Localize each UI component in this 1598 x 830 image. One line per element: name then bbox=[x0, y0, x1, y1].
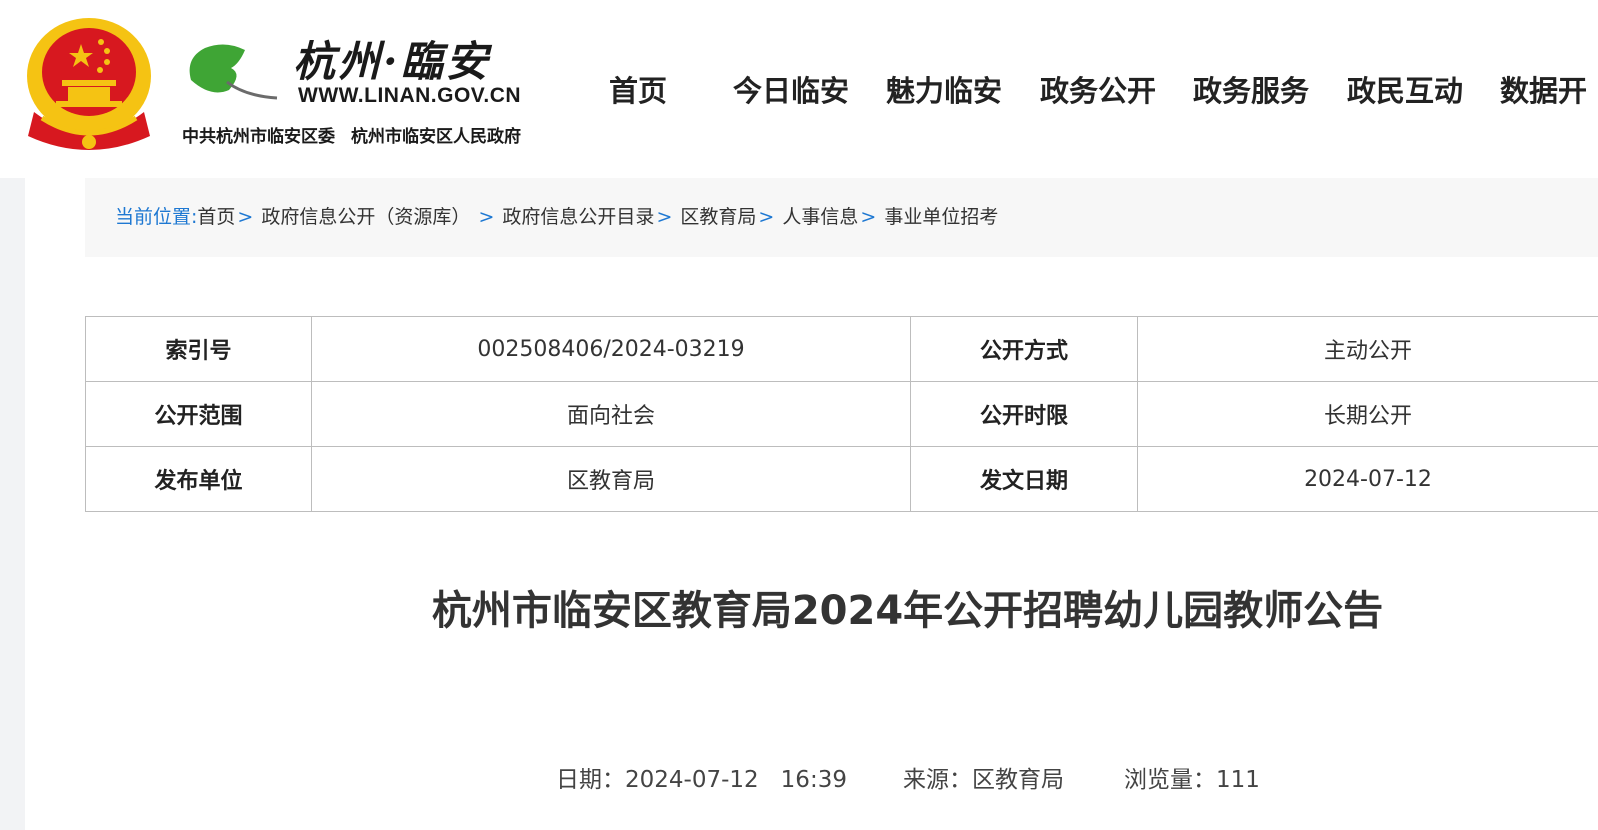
article-date: 2024-07-12 bbox=[625, 767, 759, 793]
breadcrumb-item-disclosure-catalog[interactable]: 政府信息公开目录 bbox=[502, 206, 654, 228]
breadcrumb-item-recruitment[interactable]: 事业单位招考 bbox=[884, 206, 998, 228]
breadcrumb-separator: > bbox=[860, 206, 877, 228]
breadcrumb-item-info-disclosure[interactable]: 政府信息公开（资源库） bbox=[261, 206, 470, 228]
article-date-group: 日期：2024-07-12 16:39 bbox=[556, 760, 847, 794]
nav-item-gov-affairs-open[interactable]: 政务公开 bbox=[1040, 68, 1156, 110]
left-gutter bbox=[0, 178, 25, 830]
nav-item-charm-linan[interactable]: 魅力临安 bbox=[886, 68, 1002, 110]
breadcrumb-separator: > bbox=[237, 206, 254, 228]
breadcrumb-separator: > bbox=[758, 206, 775, 228]
nav-item-home[interactable]: 首页 bbox=[609, 68, 667, 110]
breadcrumb-item-education-bureau[interactable]: 区教育局 bbox=[680, 206, 756, 228]
breadcrumb-bar: 当前位置:首页 > 政府信息公开（资源库） > 政府信息公开目录 > 区教育局 > 人… bbox=[85, 178, 1598, 257]
breadcrumb-item-personnel-info[interactable]: 人事信息 bbox=[782, 206, 858, 228]
meta-value-disclosure-scope: 面向社会 bbox=[311, 381, 911, 447]
article-source-group: 来源：区教育局 bbox=[903, 760, 1064, 794]
meta-value-issue-date: 2024-07-12 bbox=[1137, 446, 1598, 512]
breadcrumb: 当前位置:首页 > 政府信息公开（资源库） > 政府信息公开目录 > 区教育局 > 人… bbox=[115, 202, 998, 229]
breadcrumb-item-home[interactable]: 首页 bbox=[197, 206, 235, 228]
breadcrumb-separator: > bbox=[478, 206, 495, 228]
main-nav: 首页 今日临安 魅力临安 政务公开 政务服务 政民互动 数据开 bbox=[0, 68, 1598, 114]
article-info: 日期：2024-07-12 16:39 来源：区教育局 浏览量：111 bbox=[556, 760, 1260, 794]
breadcrumb-separator: > bbox=[656, 206, 673, 228]
meta-value-index-number: 002508406/2024-03219 bbox=[311, 316, 911, 382]
meta-key-index-number: 索引号 bbox=[85, 316, 312, 382]
meta-key-disclosure-period: 公开时限 bbox=[910, 381, 1138, 447]
meta-key-disclosure-scope: 公开范围 bbox=[85, 381, 312, 447]
article-source: 区教育局 bbox=[971, 767, 1064, 793]
site-header: 杭州·臨安 WWW.LINAN.GOV.CN 中共杭州市临安区委 杭州市临安区人民… bbox=[0, 0, 1598, 178]
meta-key-publisher: 发布单位 bbox=[85, 446, 312, 512]
table-row: 索引号 002508406/2024-03219 公开方式 主动公开 bbox=[85, 316, 1598, 382]
nav-item-data-open[interactable]: 数据开 bbox=[1500, 68, 1587, 110]
meta-value-publisher: 区教育局 bbox=[311, 446, 911, 512]
article-views-group: 浏览量：111 bbox=[1124, 760, 1260, 794]
table-row: 发布单位 区教育局 发文日期 2024-07-12 bbox=[85, 446, 1598, 512]
nav-item-today-linan[interactable]: 今日临安 bbox=[733, 68, 849, 110]
views-label: 浏览量： bbox=[1123, 767, 1216, 793]
article-title: 杭州市临安区教育局2024年公开招聘幼儿园教师公告 bbox=[431, 588, 1384, 634]
meta-key-issue-date: 发文日期 bbox=[910, 446, 1138, 512]
org-government: 杭州市临安区人民政府 bbox=[351, 127, 521, 147]
meta-key-disclosure-method: 公开方式 bbox=[910, 316, 1138, 382]
meta-value-disclosure-period: 长期公开 bbox=[1137, 381, 1598, 447]
breadcrumb-label: 当前位置: bbox=[115, 206, 198, 228]
view-count: 111 bbox=[1215, 767, 1260, 793]
article-time: 16:39 bbox=[780, 767, 847, 793]
org-party: 中共杭州市临安区委 bbox=[182, 127, 335, 147]
organization-names: 中共杭州市临安区委 杭州市临安区人民政府 bbox=[182, 122, 521, 147]
nav-item-interaction[interactable]: 政民互动 bbox=[1347, 68, 1463, 110]
table-row: 公开范围 面向社会 公开时限 长期公开 bbox=[85, 381, 1598, 447]
date-label: 日期： bbox=[556, 767, 625, 793]
nav-item-gov-services[interactable]: 政务服务 bbox=[1193, 68, 1309, 110]
meta-value-disclosure-method: 主动公开 bbox=[1137, 316, 1598, 382]
source-label: 来源： bbox=[902, 767, 972, 793]
document-meta-table: 索引号 002508406/2024-03219 公开方式 主动公开 公开范围 … bbox=[85, 316, 1598, 512]
